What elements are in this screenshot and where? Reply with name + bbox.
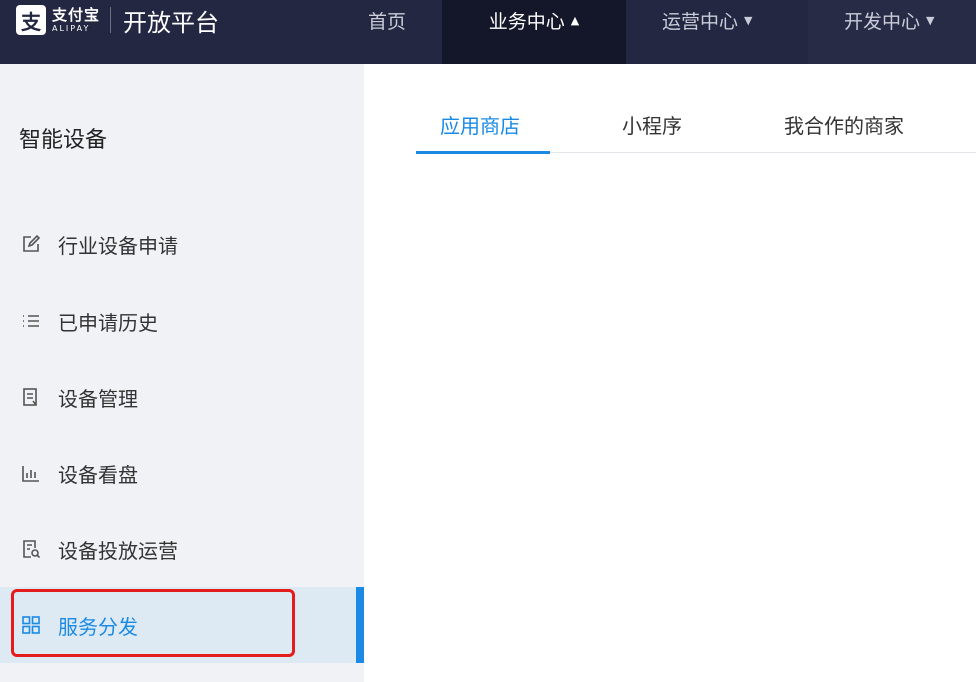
nav-developer-center[interactable]: 开发中心 ▼: [844, 0, 934, 40]
list-icon: [20, 310, 42, 332]
sidebar-item-label: 设备投放运营: [58, 538, 178, 563]
tab-mini-program[interactable]: 小程序: [622, 110, 682, 139]
tab-partner-merchants[interactable]: 我合作的商家: [784, 110, 904, 139]
sidebar-item-label: 已申请历史: [58, 310, 158, 335]
platform-title: 开放平台: [123, 8, 220, 37]
device-search-icon: [20, 538, 42, 560]
alipay-logo-icon: 支: [16, 5, 46, 35]
sidebar-item-device-deploy-ops[interactable]: 设备投放运营: [0, 511, 364, 587]
sidebar-item-applied-history[interactable]: 已申请历史: [0, 283, 364, 359]
nav-home[interactable]: 首页: [368, 0, 406, 40]
nav-business-center-label: 业务中心: [488, 10, 565, 33]
nav-operations-center-label: 运营中心: [662, 10, 739, 33]
brand[interactable]: 支 支付宝 ALIPAY 开放平台: [16, 0, 219, 40]
brand-divider: [110, 7, 112, 33]
sidebar-item-label: 设备看盘: [58, 462, 138, 487]
sidebar-title: 智能设备: [19, 128, 108, 153]
brand-text: 支付宝 ALIPAY: [52, 5, 101, 33]
caret-down-icon: ▼: [926, 13, 935, 27]
edit-icon: [20, 233, 42, 255]
nav-home-label: 首页: [368, 10, 407, 33]
sidebar-item-device-dashboard[interactable]: 设备看盘: [0, 435, 364, 511]
bar-chart-icon: [20, 462, 42, 484]
nav-business-center[interactable]: 业务中心 ▲: [442, 0, 626, 64]
nav-operations-center[interactable]: 运营中心 ▼: [662, 0, 752, 40]
sidebar-item-label: 设备管理: [58, 386, 138, 411]
sidebar-item-device-management[interactable]: 设备管理: [0, 359, 364, 435]
top-navigation-bar: 支 支付宝 ALIPAY 开放平台 首页 业务中心 ▲ 运营中心 ▼ 开发中心 …: [0, 0, 976, 64]
caret-down-icon: ▼: [744, 13, 753, 27]
device-manage-icon: [20, 386, 42, 408]
nav-developer-center-label: 开发中心: [844, 10, 921, 33]
tab-app-store[interactable]: 应用商店: [440, 110, 520, 139]
brand-name-en: ALIPAY: [52, 23, 91, 33]
caret-up-icon: ▲: [570, 13, 580, 27]
brand-name-cn: 支付宝: [52, 5, 101, 24]
sidebar-item-industry-device-apply[interactable]: 行业设备申请: [0, 206, 364, 282]
tab-active-indicator: [416, 151, 550, 154]
highlight-annotation: [11, 589, 295, 657]
sidebar-item-label: 行业设备申请: [58, 233, 178, 258]
